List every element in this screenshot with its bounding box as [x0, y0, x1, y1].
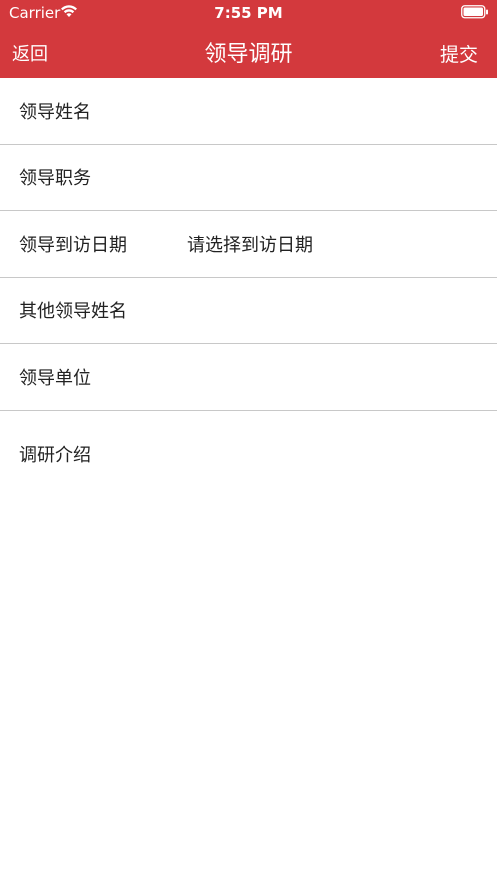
submit-button[interactable]: 提交	[440, 40, 478, 67]
leader-position-field[interactable]: 领导职务	[0, 145, 497, 211]
page-title: 领导调研	[204, 42, 293, 67]
other-leaders-label: 其他领导姓名	[19, 301, 127, 323]
leader-unit-label: 领导单位	[19, 367, 91, 389]
header: Carrier 7:55 PM 返回 领导调研 提交	[0, 0, 497, 78]
visit-date-label: 领导到访日期	[19, 234, 127, 256]
battery-icon	[461, 5, 489, 23]
survey-form: 领导姓名 领导职务 领导到访日期 请选择到访日期 其他领导姓名 领导单位 调研介…	[0, 78, 497, 477]
status-bar: Carrier 7:55 PM	[0, 0, 497, 26]
status-time: 7:55 PM	[214, 4, 283, 22]
leader-name-label: 领导姓名	[19, 101, 91, 123]
leader-position-label: 领导职务	[19, 168, 91, 190]
visit-date-picker[interactable]: 请选择到访日期	[187, 231, 313, 257]
leader-unit-field[interactable]: 领导单位	[0, 344, 497, 411]
leader-name-field[interactable]: 领导姓名	[0, 78, 497, 145]
other-leaders-field[interactable]: 其他领导姓名	[0, 278, 497, 344]
visit-date-field: 领导到访日期 请选择到访日期	[0, 211, 497, 278]
nav-bar: 返回 领导调研 提交	[0, 26, 497, 78]
research-intro-label: 调研介绍	[19, 444, 91, 466]
research-intro-field[interactable]: 调研介绍	[0, 411, 497, 478]
